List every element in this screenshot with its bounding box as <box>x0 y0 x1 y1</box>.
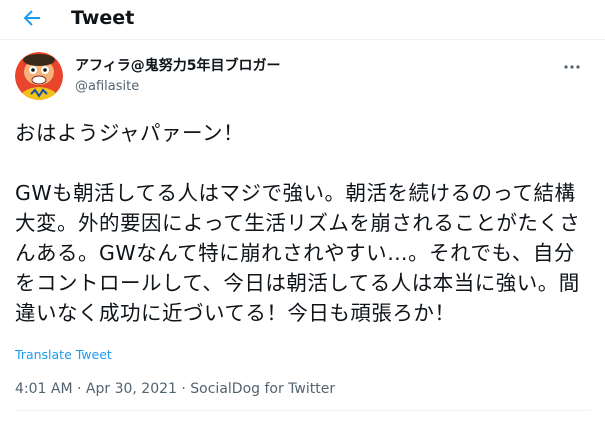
more-dots-icon[interactable] <box>563 58 581 76</box>
page-title: Tweet <box>71 7 135 29</box>
tweet-time[interactable]: 4:01 AM <box>15 381 73 397</box>
divider <box>15 410 590 411</box>
tweet-metadata: 4:01 AM · Apr 30, 2021 · SocialDog for T… <box>15 380 335 398</box>
top-bar: Tweet <box>0 0 605 40</box>
author-display-name[interactable]: アフィラ@鬼努力5年目ブロガー <box>75 57 280 75</box>
translate-tweet-link[interactable]: Translate Tweet <box>15 346 112 364</box>
tweet-source[interactable]: SocialDog for Twitter <box>190 381 335 397</box>
tweet-text: おはようジャパァーン！ GWも朝活してる人はマジで強い。朝活を続けるのって結構大… <box>15 121 581 325</box>
author-handle[interactable]: @afilasite <box>75 78 139 96</box>
meta-separator: · <box>77 381 82 397</box>
tweet-date[interactable]: Apr 30, 2021 <box>86 381 177 397</box>
avatar[interactable] <box>15 52 63 100</box>
meta-separator: · <box>181 381 186 397</box>
arrow-left-icon[interactable] <box>20 6 44 30</box>
